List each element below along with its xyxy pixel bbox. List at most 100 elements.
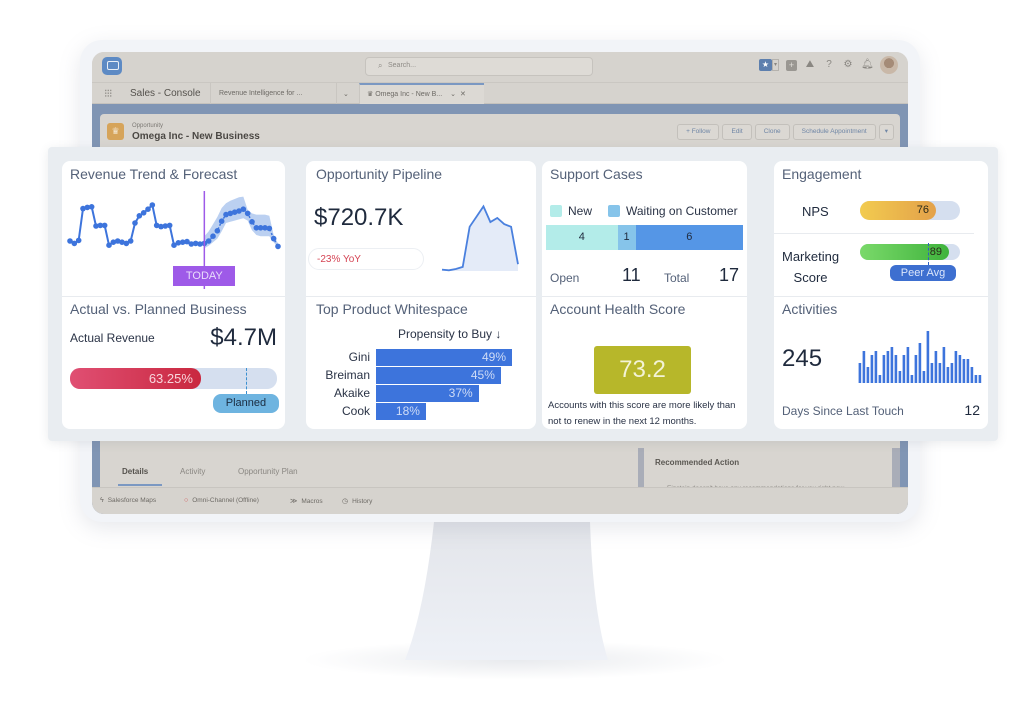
console-tab-bar: ⁝⁝⁝ Sales - Console Revenue Intelligence… — [92, 82, 908, 104]
utility-macros[interactable]: ≫ Macros — [290, 497, 323, 506]
tab-dropdown-chevron-icon[interactable]: ⌄ — [336, 83, 356, 104]
activity-bar — [878, 375, 882, 383]
subtab-activity[interactable]: Activity — [180, 467, 205, 476]
tab-close-icon[interactable]: ✕ — [460, 91, 466, 98]
yoy-change-badge: -23% YoY — [308, 248, 424, 270]
activity-bar — [934, 351, 938, 383]
monitor-stand — [405, 522, 608, 660]
favorites-dropdown-icon[interactable]: ▾ — [772, 59, 779, 71]
actual-progress-fill: 63.25% — [70, 368, 201, 389]
planned-marker-line — [245, 368, 247, 394]
card-divider — [774, 296, 988, 297]
activity-bar — [902, 355, 906, 383]
actual-point — [132, 220, 138, 226]
utility-bar: ϟ Salesforce Maps ○ Omni-Channel (Offlin… — [92, 487, 908, 514]
case-segment[interactable]: 4 — [546, 225, 618, 250]
open-value: 11 — [622, 265, 641, 285]
actual-revenue-line — [69, 203, 205, 247]
utility-label: Omni-Channel (Offline) — [192, 497, 259, 504]
subtab-details[interactable]: Details — [122, 467, 148, 476]
actual-point — [145, 206, 151, 212]
actual-point — [140, 210, 147, 216]
gear-icon[interactable]: ⚙ — [842, 59, 854, 71]
subtab-opportunity-plan[interactable]: Opportunity Plan — [238, 467, 298, 476]
tab-label: Omega Inc - New B... — [375, 91, 443, 98]
tab-omega-inc[interactable]: ♛ Omega Inc - New B... ⌄ ✕ — [359, 83, 484, 104]
days-since-last-touch-value: 12 — [964, 402, 980, 418]
legend-label: New — [568, 204, 593, 218]
activity-bar — [962, 359, 966, 383]
utility-salesforce-maps[interactable]: ϟ Salesforce Maps — [100, 497, 156, 504]
activity-bar — [862, 351, 866, 383]
trailhead-icon[interactable]: ⛰ — [804, 59, 816, 71]
opportunity-crown-icon: ♛ — [107, 123, 124, 140]
activity-bar — [882, 355, 886, 383]
marketing-track: 89 — [860, 244, 960, 260]
actual-point — [75, 237, 82, 244]
clone-button[interactable]: Clone — [754, 124, 790, 140]
actual-point — [149, 202, 156, 208]
record-actions: + Follow Edit Clone Schedule Appointment… — [677, 124, 894, 140]
propensity-bar[interactable]: 18% — [376, 403, 426, 420]
tab-chevron-down-icon[interactable]: ⌄ — [450, 91, 456, 98]
support-card: Support Cases New Waiting on Customer 41… — [542, 161, 747, 429]
marketing-label-line2: Score — [793, 270, 828, 285]
macros-icon: ≫ — [290, 498, 298, 505]
app-launcher-icon[interactable]: ⁝⁝⁝ — [104, 88, 116, 100]
activity-bar — [874, 351, 878, 383]
pipeline-card: Opportunity Pipeline $720.7K -23% YoY To… — [306, 161, 536, 429]
engagement-divider — [774, 233, 974, 234]
offline-circle-icon: ○ — [184, 497, 189, 504]
days-since-last-touch-label: Days Since Last Touch — [782, 404, 904, 418]
activities-count: 245 — [782, 345, 823, 372]
propensity-bar[interactable]: 49% — [376, 349, 512, 366]
actual-point — [101, 222, 108, 229]
case-segment[interactable]: 1 — [617, 225, 636, 250]
global-search-input[interactable]: ⌕ Search... — [365, 57, 593, 76]
activity-bar — [886, 351, 890, 383]
marketing-score-label: Marketing Score — [782, 246, 839, 288]
app-name: Sales - Console — [130, 88, 201, 99]
actual-point — [127, 238, 134, 244]
propensity-header[interactable]: Propensity to Buy ↓ — [398, 327, 501, 341]
tab-label: Revenue Intelligence for ... — [219, 90, 303, 97]
activity-bar — [970, 367, 974, 383]
account-health-title: Account Health Score — [550, 301, 686, 317]
crown-icon: ♛ — [367, 91, 374, 98]
product-label: Gini — [348, 350, 370, 364]
utility-history[interactable]: ◷ History — [342, 497, 372, 506]
more-actions-dropdown[interactable]: ▾ — [878, 124, 894, 140]
engagement-title: Engagement — [782, 166, 862, 182]
panel-divider — [638, 448, 644, 488]
activity-bar — [978, 375, 982, 383]
activity-bar — [966, 359, 970, 383]
global-actions-plus-icon[interactable]: + — [786, 59, 797, 71]
forecast-point — [218, 218, 225, 224]
forecast-point — [249, 219, 255, 225]
utility-omni-channel[interactable]: ○ Omni-Channel (Offline) — [184, 497, 259, 504]
health-description: Accounts with this score are more likely… — [548, 400, 736, 427]
favorites-star-icon[interactable]: ★ — [759, 59, 772, 71]
activity-bar — [958, 355, 962, 383]
forecast-point — [240, 206, 247, 212]
legend-swatch-waiting — [608, 205, 620, 217]
app-logo-icon[interactable] — [102, 57, 122, 75]
schedule-appointment-button[interactable]: Schedule Appointment — [792, 124, 876, 140]
propensity-bar[interactable]: 45% — [376, 367, 501, 384]
legend-waiting: Waiting on Customer — [608, 204, 738, 218]
propensity-bar[interactable]: 37% — [376, 385, 479, 402]
revenue-card: Revenue Trend & Forecast TODAY Actual vs… — [62, 161, 285, 429]
edit-button[interactable]: Edit — [722, 124, 752, 140]
tab-revenue-intelligence[interactable]: Revenue Intelligence for ... — [210, 83, 336, 104]
activity-bar — [898, 371, 902, 383]
follow-button[interactable]: + Follow — [677, 124, 720, 140]
global-header: ⌕ Search... ★ ▾ + ⛰ ? ⚙ 🔔︎ — [92, 52, 908, 82]
nps-fill: 76 — [860, 201, 936, 220]
nps-track: 76 — [860, 201, 960, 220]
user-avatar[interactable] — [880, 56, 898, 74]
panel-divider-right — [892, 448, 900, 488]
case-segment[interactable]: 6 — [635, 225, 743, 250]
peer-avg-marker-line — [928, 243, 929, 265]
help-icon[interactable]: ? — [823, 59, 835, 71]
bell-icon[interactable]: 🔔︎ — [861, 59, 874, 71]
